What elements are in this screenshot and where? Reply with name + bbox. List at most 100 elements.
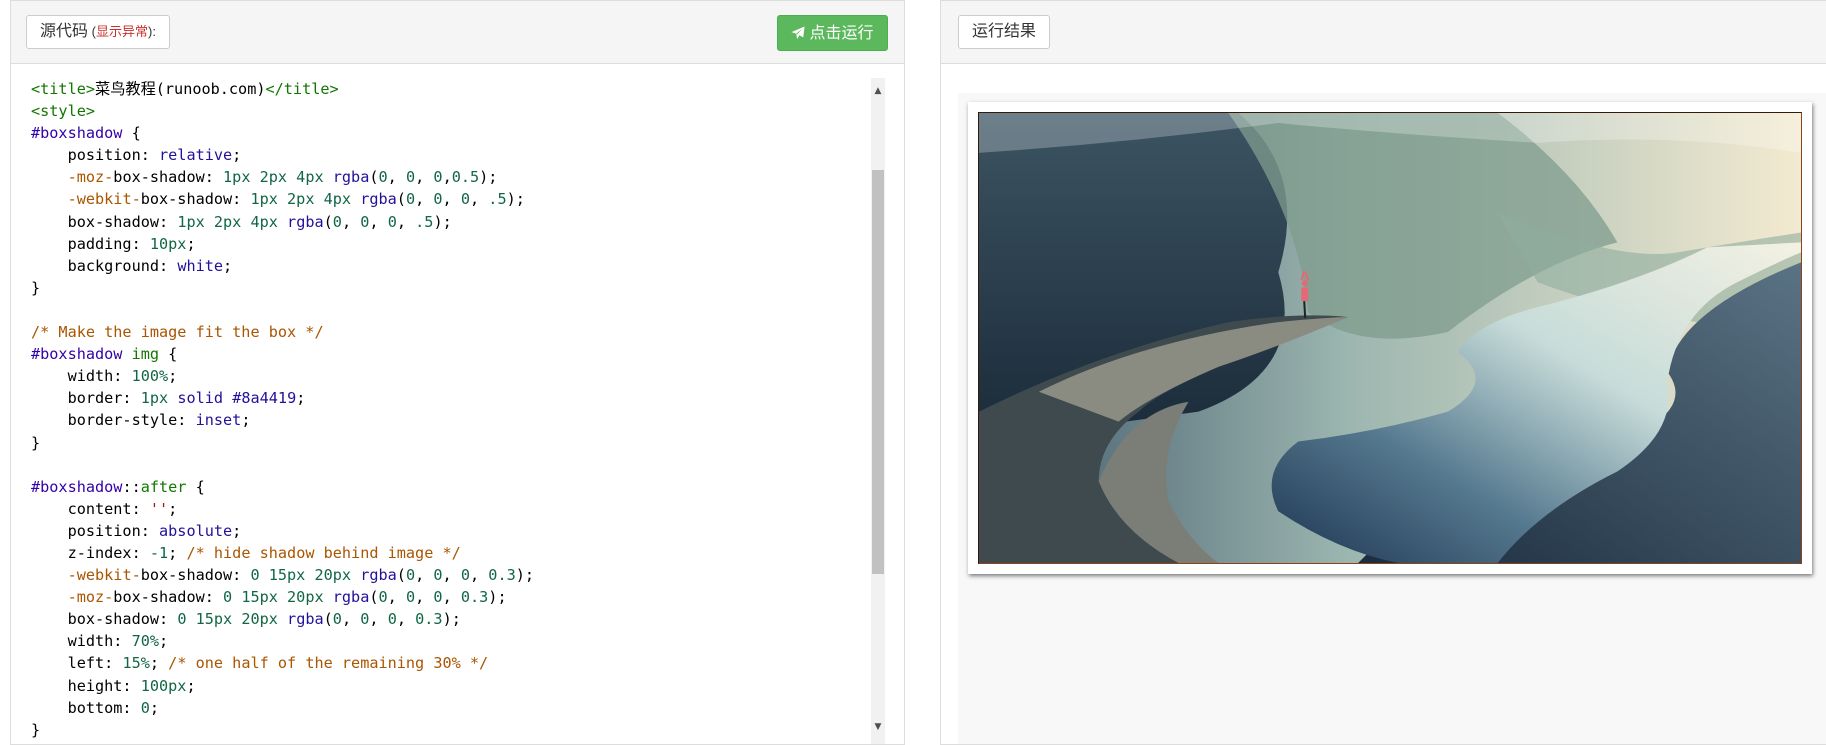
code-token: {: [159, 345, 178, 364]
run-button[interactable]: 点击运行: [777, 15, 888, 51]
code-line: -moz-box-shadow: 1px 2px 4px rgba(0, 0, …: [31, 166, 871, 188]
code-token: /* hide shadow behind image */: [186, 543, 461, 562]
code-line: -webkit-box-shadow: 1px 2px 4px rgba(0, …: [31, 188, 871, 210]
code-editor[interactable]: <title>菜鸟教程(runoob.com)</title> <style> #b…: [11, 78, 871, 744]
code-token: #boxshadow: [31, 345, 123, 364]
code-token: (: [323, 610, 333, 629]
code-token: #boxshadow: [31, 124, 123, 143]
code-token: /* one half of the remaining 30% */: [168, 654, 489, 673]
result-panel: 运行结果: [940, 0, 1826, 745]
code-token: position:: [31, 521, 160, 540]
show-error-link[interactable]: 显示异常: [96, 24, 148, 39]
code-token: 1px 2px 4px: [177, 212, 288, 231]
code-token: white: [177, 256, 224, 275]
code-token: 1px 2px 4px: [223, 168, 333, 187]
code-token: box-shadow:: [113, 588, 224, 607]
code-token: left:: [31, 654, 123, 673]
code-token: ,: [470, 566, 489, 585]
paper-plane-icon: [791, 26, 806, 40]
code-token: );: [515, 566, 535, 585]
scrollbar-thumb[interactable]: [872, 170, 884, 574]
code-token: ;: [168, 543, 187, 562]
code-token: #boxshadow: [31, 477, 123, 496]
code-token: ;: [241, 411, 251, 430]
code-token: (: [369, 168, 379, 187]
code-token: ;: [149, 654, 169, 673]
code-token: ;: [168, 367, 178, 386]
code-token: 0: [332, 212, 342, 231]
code-token: box-shadow:: [31, 610, 178, 629]
code-token: padding:: [31, 234, 150, 253]
code-token: 0: [405, 566, 416, 585]
code-token: height:: [31, 676, 141, 695]
code-token: ;: [159, 632, 169, 651]
run-button-label: 点击运行: [809, 25, 874, 42]
code-token: width:: [31, 632, 132, 651]
code-content[interactable]: <title>菜鸟教程(runoob.com)</title> <style> #b…: [11, 78, 871, 741]
code-token: 0.3: [415, 610, 443, 629]
code-token: ;: [186, 234, 196, 253]
code-token: 10px: [149, 234, 187, 253]
code-token: 1px: [140, 389, 169, 408]
code-token: <style>: [31, 102, 96, 121]
code-token: (: [396, 566, 406, 585]
code-token: ,: [442, 168, 452, 187]
code-token: </title>: [265, 80, 339, 98]
code-token: -webkit-: [67, 566, 141, 585]
code-token: 0: [433, 588, 443, 607]
code-token: rgba: [332, 168, 370, 187]
arrow-down-icon[interactable]: ▼: [871, 720, 885, 734]
code-token: absolute: [159, 521, 233, 540]
arrow-up-icon[interactable]: ▲: [871, 84, 885, 98]
result-panel-header: 运行结果: [941, 1, 1826, 64]
code-token: -webkit-: [67, 190, 141, 209]
code-token: .5: [415, 212, 434, 231]
code-token: after: [140, 477, 187, 496]
code-token: ,: [369, 212, 388, 231]
code-token: background:: [31, 256, 178, 275]
code-token: {: [186, 477, 205, 496]
code-token: ,: [396, 212, 416, 231]
code-token: 0: [433, 168, 443, 187]
code-line: height: 100px;: [31, 675, 871, 697]
result-label-button[interactable]: 运行结果: [958, 15, 1051, 49]
code-token: 0 15px 20px: [223, 588, 333, 607]
code-line: bottom: 0;: [31, 697, 871, 719]
code-token: 0: [387, 610, 397, 629]
code-line: #boxshadow::after {: [31, 476, 871, 498]
code-token: 0: [405, 168, 416, 187]
code-token: /* Make the image fit the box */: [31, 323, 324, 342]
code-token: <title>: [31, 80, 96, 98]
code-token: 15%: [122, 654, 150, 673]
code-token: );: [479, 168, 498, 187]
landscape-illustration: [979, 113, 1801, 563]
code-token: -1: [149, 543, 169, 562]
source-code-panel: 源代码 (显示异常): 点击运行 <title>菜鸟教程(runoob.com)…: [10, 0, 905, 745]
code-token: 70%: [131, 632, 160, 651]
code-token: z-index:: [31, 543, 150, 562]
code-token: position:: [31, 146, 160, 165]
code-token: 1px 2px 4px: [250, 190, 361, 209]
code-line: box-shadow: 1px 2px 4px rgba(0, 0, 0, .5…: [31, 211, 871, 233]
code-scrollbar[interactable]: ▲ ▼: [871, 78, 885, 744]
result-frame: [958, 93, 1826, 744]
code-token: content:: [31, 499, 150, 518]
code-token: img: [131, 345, 160, 364]
code-token: ,: [387, 588, 406, 607]
code-token: );: [488, 588, 507, 607]
code-token: -moz-: [67, 588, 114, 607]
code-line: content: '';: [31, 498, 871, 520]
landscape-image: [978, 112, 1802, 564]
code-token: ;: [223, 256, 233, 275]
code-token: 100px: [140, 676, 187, 695]
source-panel-header: 源代码 (显示异常): 点击运行: [11, 1, 904, 64]
code-token: 0.3: [460, 588, 489, 607]
code-token: ,: [442, 566, 461, 585]
source-code-label-button[interactable]: 源代码 (显示异常):: [26, 15, 170, 49]
code-token: ;: [296, 389, 306, 408]
